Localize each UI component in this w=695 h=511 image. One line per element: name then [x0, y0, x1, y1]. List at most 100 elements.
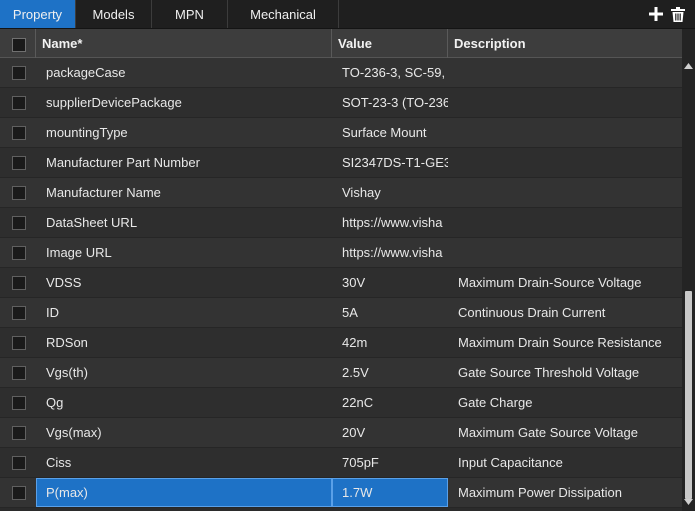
- value-cell[interactable]: 5A: [332, 298, 448, 327]
- value-cell[interactable]: 20V: [332, 418, 448, 447]
- row-select-cell: [0, 88, 36, 117]
- row-checkbox[interactable]: [12, 426, 26, 440]
- select-all-checkbox[interactable]: [12, 38, 26, 52]
- row-select-cell: [0, 238, 36, 267]
- table-row[interactable]: packageCase TO-236-3, SC-59,: [0, 58, 682, 88]
- description-cell[interactable]: Gate Charge: [448, 388, 682, 417]
- name-cell[interactable]: VDSS: [36, 268, 332, 297]
- value-cell[interactable]: 705pF: [332, 448, 448, 477]
- name-cell[interactable]: mountingType: [36, 118, 332, 147]
- table-row[interactable]: DataSheet URL https://www.visha: [0, 208, 682, 238]
- column-header-name[interactable]: Name*: [36, 29, 332, 58]
- description-cell[interactable]: Continuous Drain Current: [448, 298, 682, 327]
- description-cell[interactable]: [448, 178, 682, 207]
- table-row[interactable]: ID 5A Continuous Drain Current: [0, 298, 682, 328]
- value-cell[interactable]: 30V: [332, 268, 448, 297]
- row-checkbox[interactable]: [12, 246, 26, 260]
- name-cell[interactable]: Vgs(th): [36, 358, 332, 387]
- value-cell[interactable]: Vishay: [332, 178, 448, 207]
- description-cell[interactable]: [448, 88, 682, 117]
- table-row[interactable]: VDSS 30V Maximum Drain-Source Voltage: [0, 268, 682, 298]
- table-row[interactable]: Vgs(max) 20V Maximum Gate Source Voltage: [0, 418, 682, 448]
- name-cell[interactable]: Qg: [36, 388, 332, 417]
- description-cell[interactable]: Input Capacitance: [448, 448, 682, 477]
- scrollbar-thumb[interactable]: [685, 291, 692, 499]
- table-row[interactable]: P(max) 1.7W Maximum Power Dissipation: [0, 478, 682, 508]
- description-cell[interactable]: [448, 58, 682, 87]
- row-checkbox[interactable]: [12, 66, 26, 80]
- name-cell[interactable]: Manufacturer Part Number: [36, 148, 332, 177]
- tab-property[interactable]: Property: [0, 0, 76, 28]
- name-cell[interactable]: ID: [36, 298, 332, 327]
- name-cell[interactable]: packageCase: [36, 58, 332, 87]
- row-checkbox[interactable]: [12, 276, 26, 290]
- description-cell[interactable]: [448, 208, 682, 237]
- value-cell[interactable]: SI2347DS-T1-GE3: [332, 148, 448, 177]
- row-checkbox[interactable]: [12, 156, 26, 170]
- value-cell[interactable]: 2.5V: [332, 358, 448, 387]
- scroll-up-button[interactable]: [682, 59, 695, 73]
- table-row[interactable]: Manufacturer Name Vishay: [0, 178, 682, 208]
- value-cell[interactable]: SOT-23-3 (TO-236: [332, 88, 448, 117]
- row-checkbox[interactable]: [12, 216, 26, 230]
- table-row[interactable]: Vgs(th) 2.5V Gate Source Threshold Voltage: [0, 358, 682, 388]
- name-cell[interactable]: Manufacturer Name: [36, 178, 332, 207]
- plus-icon: [649, 7, 663, 21]
- description-cell[interactable]: Maximum Drain Source Resistance: [448, 328, 682, 357]
- name-cell[interactable]: Image URL: [36, 238, 332, 267]
- tab-bar: Property Models MPN Mechanical: [0, 0, 695, 29]
- row-checkbox[interactable]: [12, 486, 26, 500]
- name-cell[interactable]: supplierDevicePackage: [36, 88, 332, 117]
- value-cell[interactable]: https://www.visha: [332, 238, 448, 267]
- description-cell[interactable]: [448, 238, 682, 267]
- value-cell[interactable]: 22nC: [332, 388, 448, 417]
- tab-models[interactable]: Models: [76, 0, 152, 28]
- arrow-up-icon: [684, 63, 693, 69]
- name-cell[interactable]: Ciss: [36, 448, 332, 477]
- table-row[interactable]: supplierDevicePackage SOT-23-3 (TO-236: [0, 88, 682, 118]
- value-cell[interactable]: 42m: [332, 328, 448, 357]
- description-cell[interactable]: [448, 118, 682, 147]
- row-select-cell: [0, 118, 36, 147]
- row-checkbox[interactable]: [12, 186, 26, 200]
- table-row[interactable]: mountingType Surface Mount: [0, 118, 682, 148]
- tab-mechanical[interactable]: Mechanical: [228, 0, 339, 28]
- value-cell[interactable]: Surface Mount: [332, 118, 448, 147]
- row-select-cell: [0, 478, 36, 507]
- add-button[interactable]: [645, 0, 667, 28]
- row-select-cell: [0, 448, 36, 477]
- description-cell[interactable]: Maximum Power Dissipation: [448, 478, 682, 507]
- description-cell[interactable]: Maximum Drain-Source Voltage: [448, 268, 682, 297]
- row-checkbox[interactable]: [12, 96, 26, 110]
- row-checkbox[interactable]: [12, 396, 26, 410]
- row-checkbox[interactable]: [12, 456, 26, 470]
- name-cell[interactable]: Vgs(max): [36, 418, 332, 447]
- name-cell[interactable]: DataSheet URL: [36, 208, 332, 237]
- table-row[interactable]: Image URL https://www.visha: [0, 238, 682, 268]
- row-checkbox[interactable]: [12, 336, 26, 350]
- table-row[interactable]: Manufacturer Part Number SI2347DS-T1-GE3: [0, 148, 682, 178]
- row-select-cell: [0, 148, 36, 177]
- description-cell[interactable]: [448, 148, 682, 177]
- table-row[interactable]: Qg 22nC Gate Charge: [0, 388, 682, 418]
- value-cell[interactable]: https://www.visha: [332, 208, 448, 237]
- value-cell[interactable]: 1.7W: [332, 478, 448, 507]
- name-cell[interactable]: RDSon: [36, 328, 332, 357]
- description-cell[interactable]: Gate Source Threshold Voltage: [448, 358, 682, 387]
- value-cell[interactable]: TO-236-3, SC-59,: [332, 58, 448, 87]
- name-cell[interactable]: P(max): [36, 478, 332, 507]
- description-cell[interactable]: Maximum Gate Source Voltage: [448, 418, 682, 447]
- row-checkbox[interactable]: [12, 126, 26, 140]
- column-header-value[interactable]: Value: [332, 29, 448, 58]
- column-header-description[interactable]: Description: [448, 29, 682, 58]
- tab-mpn[interactable]: MPN: [152, 0, 228, 28]
- table-row[interactable]: Ciss 705pF Input Capacitance: [0, 448, 682, 478]
- row-checkbox[interactable]: [12, 306, 26, 320]
- table-row[interactable]: RDSon 42m Maximum Drain Source Resistance: [0, 328, 682, 358]
- vertical-scrollbar[interactable]: [682, 29, 695, 511]
- row-checkbox[interactable]: [12, 366, 26, 380]
- trash-icon: [671, 6, 685, 22]
- row-select-cell: [0, 388, 36, 417]
- scroll-down-button[interactable]: [682, 495, 695, 509]
- delete-button[interactable]: [667, 0, 689, 28]
